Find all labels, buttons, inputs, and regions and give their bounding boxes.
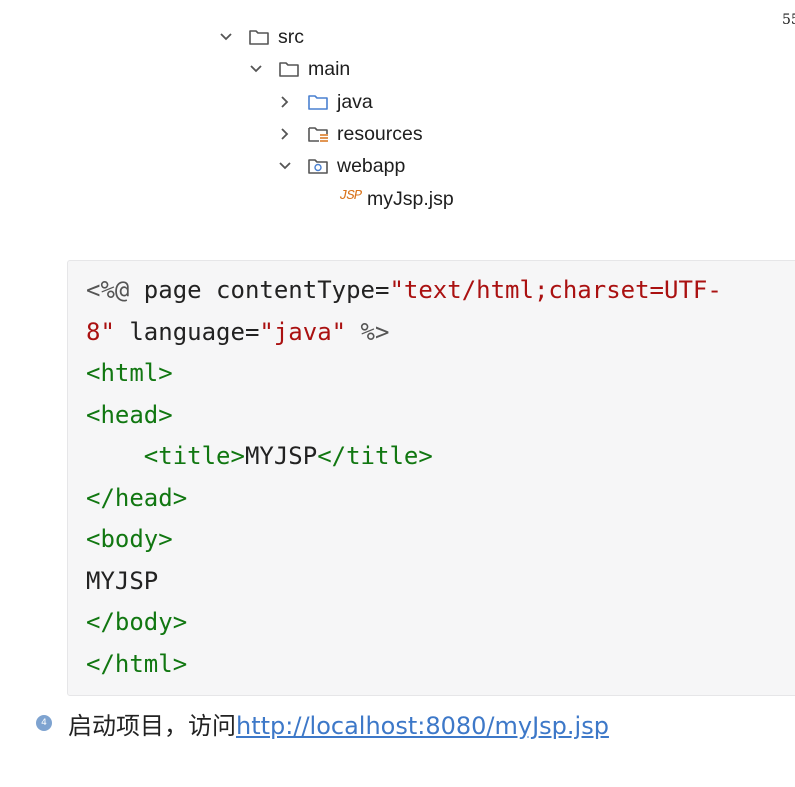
tree-item-resources[interactable]: resources bbox=[277, 120, 497, 148]
tree-item-label: webapp bbox=[337, 155, 406, 177]
tree-item-label: java bbox=[337, 91, 373, 113]
code-token: <title> bbox=[86, 442, 245, 470]
code-block: <%@ page contentType="text/html;charset=… bbox=[67, 260, 795, 696]
tree-item-label: main bbox=[308, 58, 351, 80]
code-token: page contentType= bbox=[129, 276, 390, 304]
code-line: </html> bbox=[86, 650, 188, 678]
chevron-right-icon[interactable] bbox=[277, 94, 293, 110]
code-token: "text/html;charset=UTF- bbox=[389, 276, 722, 304]
step-instruction: 启动项目，访问 bbox=[68, 712, 236, 740]
chevron-down-icon[interactable] bbox=[277, 158, 293, 174]
tree-item-java[interactable]: java bbox=[277, 88, 477, 116]
tree-item-label: resources bbox=[337, 123, 423, 145]
chevron-right-icon[interactable] bbox=[277, 126, 293, 142]
code-line: </body> bbox=[86, 608, 188, 636]
code-token: "java" bbox=[259, 318, 347, 346]
chevron-down-icon[interactable] bbox=[248, 61, 264, 77]
code-line: </head> bbox=[86, 484, 188, 512]
code-line: <body> bbox=[86, 525, 173, 553]
tree-item-src[interactable]: src bbox=[218, 23, 418, 51]
tree-item-main[interactable]: main bbox=[248, 55, 448, 83]
tree-item-webapp[interactable]: webapp bbox=[277, 152, 477, 180]
step-item: 4 启动项目，访问http://localhost:8080/myJsp.jsp bbox=[36, 708, 795, 744]
code-line: <html> bbox=[86, 359, 173, 387]
step-number-badge: 4 bbox=[36, 715, 52, 731]
folder-icon bbox=[279, 62, 299, 77]
code-line: <%@ page contentType="text/html;charset=… bbox=[86, 272, 722, 308]
code-line: <title>MYJSP</title> bbox=[86, 438, 433, 474]
code-token: MYJSP bbox=[244, 442, 318, 470]
source-folder-icon bbox=[308, 95, 328, 110]
code-token: %> bbox=[346, 318, 390, 346]
project-tree: src main java resources webapp JSP myJsp… bbox=[0, 0, 795, 230]
chevron-down-icon[interactable] bbox=[218, 29, 234, 45]
code-line: MYJSP bbox=[86, 567, 159, 595]
tree-item-myjsp[interactable]: JSP myJsp.jsp bbox=[339, 185, 539, 213]
step-text: 启动项目，访问http://localhost:8080/myJsp.jsp bbox=[68, 708, 609, 744]
code-line: 8" language="java" %> bbox=[86, 314, 389, 350]
code-token: <%@ bbox=[86, 276, 130, 304]
web-folder-icon bbox=[308, 159, 328, 174]
code-token: </title> bbox=[317, 442, 433, 470]
code-token: language= bbox=[114, 318, 260, 346]
folder-icon bbox=[249, 30, 269, 45]
localhost-link[interactable]: http://localhost:8080/myJsp.jsp bbox=[236, 712, 609, 740]
tree-item-label: src bbox=[278, 26, 304, 48]
jsp-file-icon: JSP bbox=[339, 188, 362, 204]
code-token: 8" bbox=[86, 318, 115, 346]
code-line: <head> bbox=[86, 401, 173, 429]
tree-item-label: myJsp.jsp bbox=[367, 188, 454, 210]
resources-folder-icon bbox=[308, 127, 328, 142]
